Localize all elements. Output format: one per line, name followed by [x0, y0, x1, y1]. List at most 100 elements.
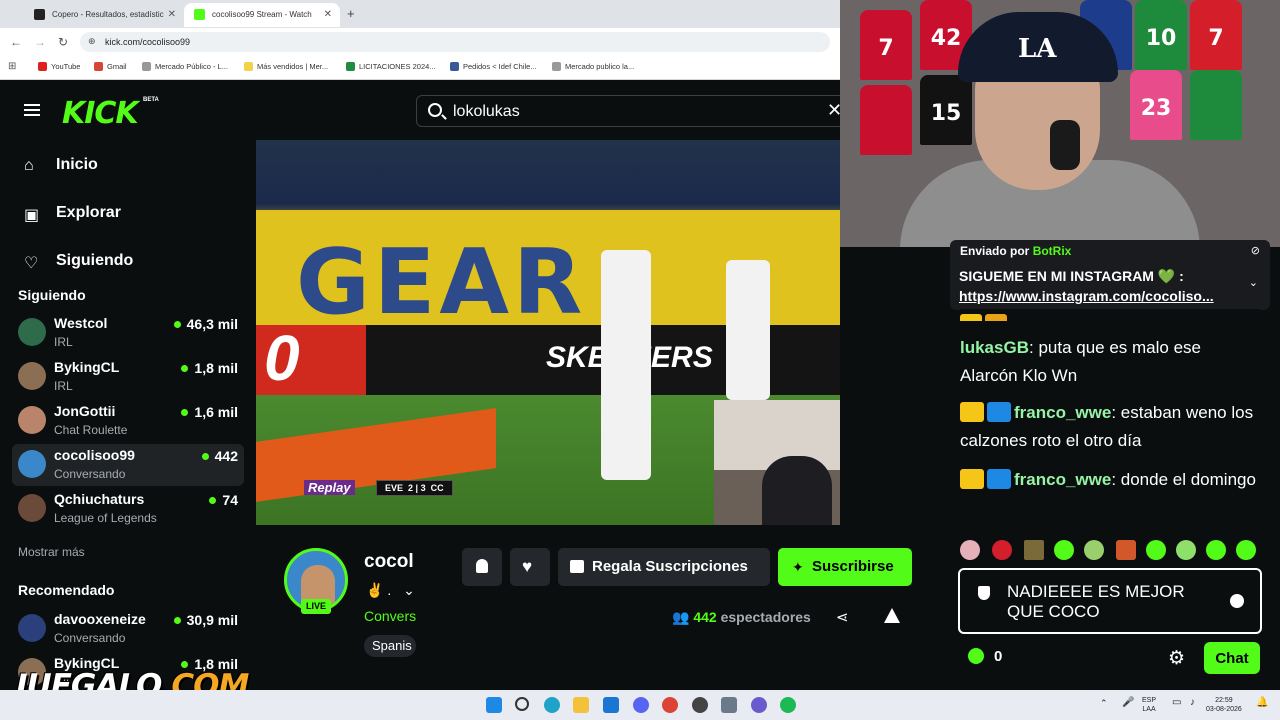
emote-icon[interactable] — [1116, 540, 1136, 560]
chat-message: franco_wwe: estaban weno los calzones ro… — [960, 402, 1254, 450]
channel-westcol[interactable]: Westcol IRL 46,3 mil — [12, 312, 244, 354]
discord-icon[interactable] — [633, 697, 649, 713]
video-player[interactable]: GEAR 0 SKECHERS Replay EVE 2 | 3 CC — [256, 140, 840, 525]
report-warning-icon[interactable] — [884, 608, 900, 623]
pinned-link[interactable]: https://www.instagram.com/cocoliso... — [959, 288, 1214, 304]
home-icon: ⌂ — [24, 157, 34, 174]
chevron-down-icon[interactable]: ⌄ — [1249, 276, 1258, 289]
new-tab-button[interactable]: + — [347, 6, 355, 21]
emote-icon[interactable] — [992, 540, 1012, 560]
page-icon — [552, 62, 561, 71]
search-icon — [428, 103, 442, 117]
kick-sidebar: KICK BETA ⌂ Inicio ▣ Explorar ♡ Siguiendo S… — [0, 80, 256, 720]
emote-icon[interactable] — [1146, 540, 1166, 560]
bookmark-gmail[interactable]: Gmail — [94, 62, 127, 71]
bell-icon — [476, 559, 488, 573]
language-tag[interactable]: Spanis — [364, 635, 416, 657]
settings-icon[interactable] — [721, 697, 737, 713]
search-input[interactable]: lokolukas ✕ — [416, 95, 846, 127]
search-icon[interactable] — [515, 697, 529, 711]
reload-icon[interactable]: ↻ — [58, 35, 68, 49]
browser-tab-kick[interactable]: cocolisoo99 Stream - Watch ✕ — [184, 3, 340, 27]
pinned-text: SIGUEME EN MI INSTAGRAM 💚 : — [959, 268, 1184, 284]
chat-settings-gear-icon[interactable]: ⚙ — [1168, 647, 1185, 670]
url-field[interactable]: ⊕ kick.com/cocolisoo99 — [80, 32, 830, 52]
channel-points[interactable]: 0 — [968, 648, 1002, 665]
chevron-down-icon[interactable]: ⌄ — [403, 582, 415, 598]
beta-badge: BETA — [143, 97, 159, 103]
share-icon[interactable]: ⋖ — [836, 608, 849, 626]
gift-subs-button[interactable]: Regala Suscripciones — [558, 548, 770, 586]
emote-icon[interactable] — [1084, 540, 1104, 560]
menu-hamburger-icon[interactable] — [24, 104, 40, 116]
channel-category: IRL — [54, 335, 73, 349]
clock[interactable]: 22:59 03-08-2026 — [1206, 696, 1242, 714]
bookmark-youtube[interactable]: YouTube — [38, 62, 80, 71]
channel-name: Qchiuchaturs — [54, 491, 145, 507]
pinned-sender: BotRix — [1032, 244, 1072, 258]
emote-icon[interactable] — [1176, 540, 1196, 560]
streamer-name[interactable]: cocol — [364, 551, 416, 573]
forward-arrow-icon[interactable]: → — [34, 35, 46, 49]
channel-jongottii[interactable]: JonGottii Chat Roulette 1,6 mil — [12, 400, 244, 442]
bookmark-mas-vendidos[interactable]: Más vendidos | Mer... — [244, 62, 328, 71]
avatar — [18, 318, 46, 346]
volume-icon[interactable]: ♪ — [1190, 698, 1195, 708]
spotify-icon[interactable] — [780, 697, 796, 713]
heart-icon: ♥ — [522, 557, 533, 576]
app-icon[interactable] — [751, 697, 767, 713]
emote-icon[interactable] — [1024, 540, 1044, 560]
language-indicator[interactable]: ESP LAA — [1142, 696, 1156, 714]
hide-pinned-icon[interactable]: ⊘ — [1251, 244, 1260, 257]
emote-icon[interactable] — [1206, 540, 1226, 560]
chrome-icon[interactable] — [662, 697, 678, 713]
player-figure — [726, 260, 770, 400]
nav-explorar[interactable]: ▣ Explorar — [24, 204, 121, 224]
bookmark-mercado-publico[interactable]: Mercado Público - L... — [142, 62, 228, 71]
nav-inicio[interactable]: ⌂ Inicio — [24, 156, 98, 174]
bookmark-mercado-publico-la[interactable]: Mercado publico la... — [552, 62, 634, 71]
bookmark-pedidos[interactable]: Pedidos < Idef Chile... — [450, 62, 537, 71]
notification-icon[interactable]: 🔔 — [1256, 698, 1268, 708]
subscribe-button[interactable]: ✦ Suscribirse — [778, 548, 912, 586]
follow-button[interactable]: ♥ — [510, 548, 550, 586]
browser-tab-copero[interactable]: Copero - Resultados, estadístic ✕ — [24, 3, 184, 27]
channel-cocolisoo99[interactable]: cocolisoo99 Conversando 442 — [12, 444, 244, 486]
windows-start-icon[interactable] — [486, 697, 502, 713]
back-arrow-icon[interactable]: ← — [10, 35, 22, 49]
emote-icon[interactable] — [1236, 540, 1256, 560]
notifications-button[interactable] — [462, 548, 502, 586]
edge-icon[interactable] — [544, 697, 560, 713]
mic-icon[interactable]: 🎤 — [1122, 698, 1134, 708]
channel-category: IRL — [54, 379, 73, 393]
chat-message: franco_wwe: donde el domingo — [960, 466, 1260, 494]
close-tab-icon[interactable]: ✕ — [168, 9, 176, 20]
close-tab-icon[interactable]: ✕ — [324, 9, 332, 20]
stream-category[interactable]: Convers — [364, 608, 416, 624]
chat-message-cut — [960, 309, 1260, 321]
network-icon[interactable]: ▭ — [1172, 698, 1181, 708]
viewers-icon: 👥 — [672, 609, 690, 625]
chat-input[interactable]: NADIEEEE ES MEJOR QUE COCO — [958, 568, 1262, 634]
channel-bykingcl[interactable]: BykingCL IRL 1,8 mil — [12, 356, 244, 398]
tray-chevron-icon[interactable]: ⌃ — [1100, 699, 1108, 708]
outlook-icon[interactable] — [603, 697, 619, 713]
browser-tab-bar: Copero - Resultados, estadístic ✕ cocoli… — [0, 0, 840, 28]
emote-icon[interactable] — [960, 540, 980, 560]
apps-grid-icon[interactable]: ⊞ — [8, 61, 16, 72]
bookmark-licitaciones[interactable]: LICITACIONES 2024... — [346, 62, 436, 71]
site-info-icon[interactable]: ⊕ — [88, 36, 96, 47]
moderator-badge-icon — [987, 402, 1011, 422]
emoji-picker-icon[interactable] — [1230, 594, 1244, 608]
channel-davooxeneize[interactable]: davooxeneize Conversando 30,9 mil — [12, 608, 244, 650]
pinned-label: Enviado por — [960, 244, 1030, 258]
nav-siguiendo[interactable]: ♡ Siguiendo — [24, 252, 133, 272]
send-chat-button[interactable]: Chat — [1204, 642, 1260, 674]
obs-icon[interactable] — [692, 697, 708, 713]
kick-logo[interactable]: KICK — [62, 96, 139, 131]
channel-qchiuchaturs[interactable]: Qchiuchaturs League of Legends 74 — [12, 488, 244, 530]
show-more-link[interactable]: Mostrar más — [18, 545, 85, 559]
pinned-message[interactable]: Enviado por BotRix ⊘ SIGUEME EN MI INSTA… — [950, 240, 1270, 310]
emote-icon[interactable] — [1054, 540, 1074, 560]
file-explorer-icon[interactable] — [573, 697, 589, 713]
